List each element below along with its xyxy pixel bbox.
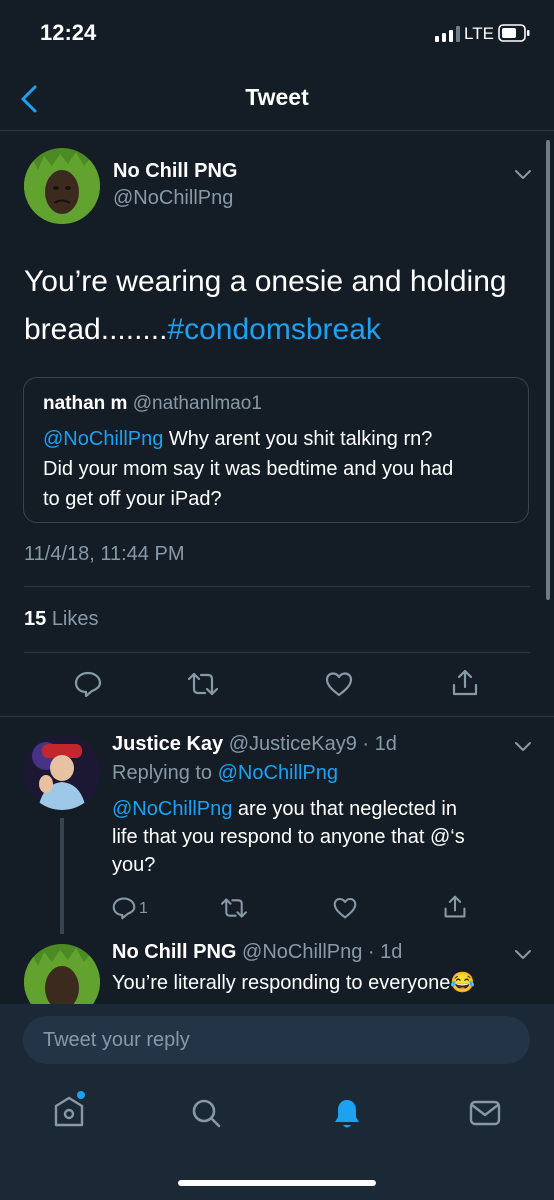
retweet-icon[interactable] [186, 670, 220, 698]
quoted-text: Why arent you shit talking rn? [163, 428, 433, 450]
reply-meta: @JusticeKay9 · 1d [228, 733, 397, 755]
divider [0, 716, 554, 717]
reply-icon[interactable] [74, 670, 102, 698]
mention-link[interactable]: @NoChillPng [112, 798, 232, 820]
search-icon[interactable] [190, 1097, 222, 1129]
replying-to-link[interactable]: @NoChillPng [218, 762, 338, 784]
reply-text-rest: are you that neglected in [232, 798, 457, 820]
battery-icon [498, 24, 530, 42]
likes-label: Likes [51, 608, 99, 630]
reply-icon[interactable] [112, 896, 136, 920]
tweet-timestamp: 11/4/18, 11:44 PM [24, 543, 185, 565]
reply-text: You’re literally responding to everyone😂 [112, 970, 475, 995]
page-title: Tweet [245, 84, 309, 110]
quoted-line: Did your mom say it was bedtime and you … [43, 458, 454, 480]
avatar-image [24, 944, 100, 1004]
reply-count: 1 [139, 900, 148, 917]
quoted-author-handle: @nathanlmao1 [132, 393, 262, 414]
tweet-text-line: You’re wearing a onesie and holding [24, 265, 507, 298]
messages-icon[interactable] [469, 1100, 501, 1126]
avatar-image [24, 148, 100, 224]
replying-to-label: Replying to [112, 762, 218, 784]
quoted-line: @NoChillPng Why arent you shit talking r… [43, 424, 523, 454]
reply-item[interactable]: No Chill PNG @NoChillPng · 1d You’re lit… [0, 934, 554, 1004]
hashtag-link[interactable]: #condomsbreak [167, 313, 380, 346]
share-icon[interactable] [443, 894, 467, 920]
reply-author-name[interactable]: No Chill PNG [112, 941, 236, 963]
divider [24, 586, 530, 587]
avatar[interactable] [24, 148, 100, 224]
network-label: LTE [464, 24, 494, 43]
divider [24, 652, 530, 653]
likes-count: 15 [24, 608, 47, 630]
likes-summary[interactable]: 15 Likes [24, 608, 99, 631]
quoted-author-name: nathan m [43, 393, 128, 414]
reply-author-name[interactable]: Justice Kay [112, 733, 223, 755]
thread-line [60, 818, 64, 934]
reply-input[interactable]: Tweet your reply [23, 1016, 530, 1064]
share-icon[interactable] [451, 668, 479, 698]
chevron-down-icon[interactable] [514, 949, 532, 961]
avatar[interactable] [24, 944, 100, 1004]
reply-meta: @NoChillPng · 1d [242, 941, 403, 963]
like-icon[interactable] [324, 670, 354, 698]
quoted-line: to get off your iPad? [43, 488, 222, 510]
chevron-down-icon[interactable] [514, 741, 532, 753]
reply-line: life that you respond to anyone that @‘s [112, 826, 465, 848]
replying-to: Replying to @NoChillPng [112, 762, 338, 785]
status-time: 12:24 [40, 20, 97, 45]
tweet-text-prefix: bread........ [24, 313, 168, 346]
reply-header: Justice Kay @JusticeKay9 · 1d [112, 733, 397, 756]
author-handle[interactable]: @NoChillPng [113, 187, 233, 210]
tweet-text: You’re wearing a onesie and holding brea… [24, 258, 534, 354]
tweet-text-line: bread........#condomsbreak [24, 306, 534, 354]
quoted-tweet-text: @NoChillPng Why arent you shit talking r… [43, 424, 523, 514]
home-indicator [178, 1180, 376, 1186]
avatar-image [24, 734, 100, 810]
mention-link[interactable]: @NoChillPng [43, 428, 163, 450]
chevron-down-icon[interactable] [514, 169, 532, 181]
divider [0, 130, 554, 131]
reply-text: @NoChillPng are you that neglected in li… [112, 795, 532, 879]
reply-line: @NoChillPng are you that neglected in [112, 795, 532, 823]
emoji: 😂 [450, 972, 476, 994]
retweet-icon[interactable] [219, 896, 249, 920]
signal-icon [435, 26, 460, 42]
reply-line: you? [112, 854, 156, 876]
quoted-author: nathan m @nathanlmao1 [43, 393, 262, 415]
author-name[interactable]: No Chill PNG [113, 160, 237, 183]
notifications-icon[interactable] [332, 1097, 362, 1131]
avatar[interactable] [24, 734, 100, 810]
scrollbar[interactable] [546, 140, 550, 600]
like-icon[interactable] [332, 896, 358, 920]
reply-text-line: You’re literally responding to everyone [112, 972, 451, 994]
home-icon[interactable] [51, 1090, 87, 1130]
reply-header: No Chill PNG @NoChillPng · 1d [112, 941, 402, 964]
